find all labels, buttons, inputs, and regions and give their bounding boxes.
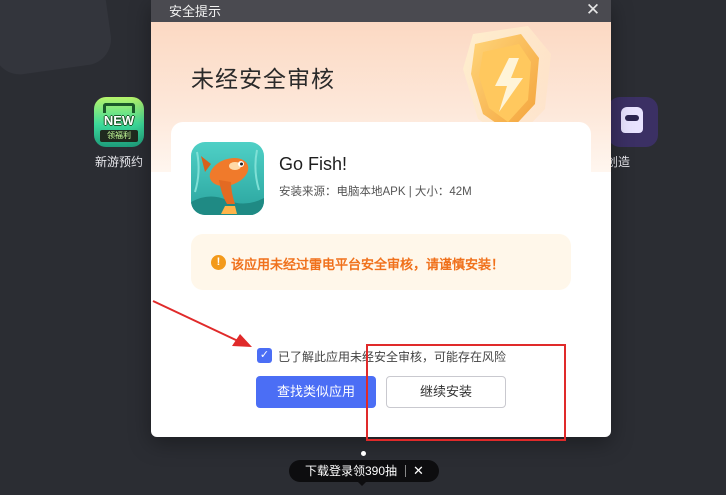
- promo-close-icon[interactable]: ✕: [413, 460, 424, 482]
- page-indicator-dot[interactable]: [361, 451, 366, 456]
- promo-pointer: [356, 480, 368, 486]
- annotation-highlight-box: [366, 344, 566, 441]
- promo-banner[interactable]: 下载登录领390抽 ✕: [289, 460, 439, 482]
- promo-text[interactable]: 下载登录领390抽: [305, 460, 397, 482]
- promo-divider: [405, 465, 406, 477]
- annotation-arrow: [152, 300, 252, 347]
